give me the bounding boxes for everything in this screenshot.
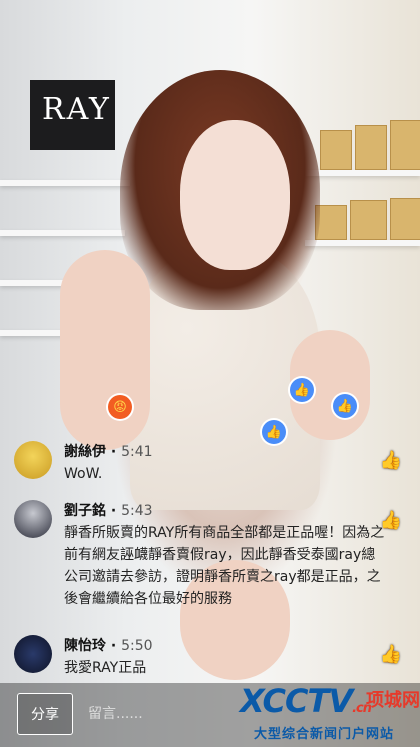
shelf (305, 240, 420, 246)
comment-item: 劉子銘 · 5:43 靜香所販賣的RAY所有商品全部都是正品喔！因為之前有網友誣… (14, 500, 389, 610)
comment-time: 5:50 (121, 638, 153, 654)
comment-text: WoW. (64, 466, 103, 482)
watermark: XCCTV.cn 项城网 大型综合新闻门户网站 (240, 676, 420, 747)
shelf (0, 180, 130, 186)
comment-input[interactable]: 留言...... (88, 703, 143, 723)
angry-reaction-icon: 😡 (108, 395, 132, 419)
watermark-brand: 项城网 (366, 690, 420, 711)
comment-item: 謝絲伊 · 5:41 WoW. (14, 441, 389, 485)
product-box (355, 125, 387, 170)
comment-time: 5:43 (121, 503, 153, 519)
avatar[interactable] (14, 441, 52, 479)
presenter-arm (60, 250, 150, 450)
store-logo-text: RAY (42, 92, 111, 127)
presenter-face (180, 120, 290, 270)
share-button[interactable]: 分享 (17, 693, 73, 735)
comment-author[interactable]: 陳怡玲 (64, 638, 106, 654)
comment-item: 陳怡玲 · 5:50 我愛RAY正品 (14, 635, 389, 679)
comment-like-icon[interactable]: 👍 (378, 642, 404, 666)
product-box (390, 198, 420, 240)
comment-like-icon[interactable]: 👍 (378, 508, 404, 532)
product-box (390, 120, 420, 170)
comment-like-icon[interactable]: 👍 (378, 448, 404, 472)
watermark-logo: XCCTV (240, 682, 353, 720)
comment-text: 靜香所販賣的RAY所有商品全部都是正品喔！因為之前有網友誣衊靜香賣假ray，因此… (64, 525, 385, 607)
live-video-screen: RAY 😡 👍 👍 👍 謝絲伊 · 5:41 WoW. 👍 劉子銘 · 5:43… (0, 0, 420, 747)
watermark-tagline: 大型综合新闻门户网站 (254, 727, 395, 742)
avatar[interactable] (14, 635, 52, 673)
product-box (350, 200, 387, 240)
avatar[interactable] (14, 500, 52, 538)
comment-author[interactable]: 劉子銘 (64, 503, 106, 519)
comment-time: 5:41 (121, 444, 153, 460)
product-box (320, 130, 352, 170)
like-reaction-icon: 👍 (290, 378, 314, 402)
comment-author[interactable]: 謝絲伊 (64, 444, 106, 460)
shelf (0, 230, 125, 236)
like-reaction-icon: 👍 (333, 394, 357, 418)
